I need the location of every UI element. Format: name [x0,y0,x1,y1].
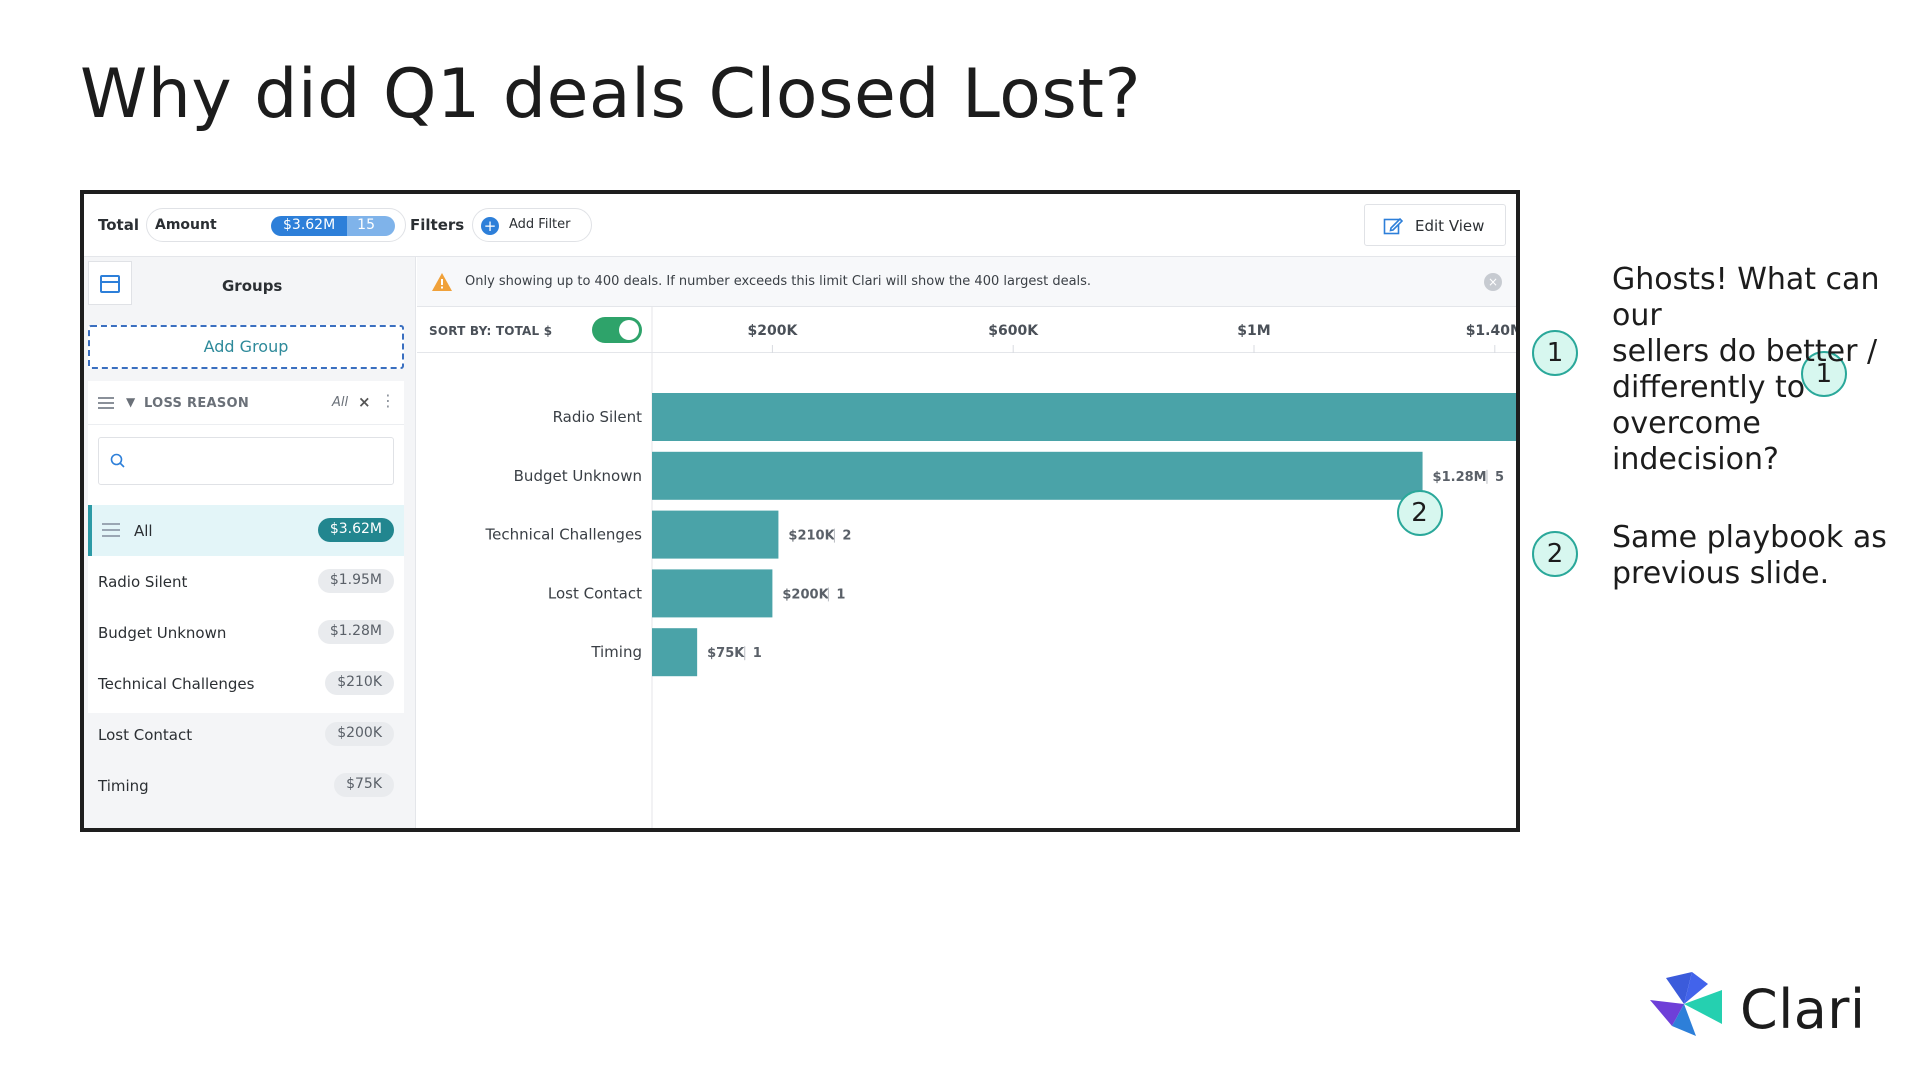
edit-view-button[interactable]: Edit View [1364,204,1506,246]
group-search-input[interactable] [98,437,394,485]
amount-selector[interactable]: Amount $3.62M 15 [146,208,406,242]
category-label: Lost Contact [548,584,642,602]
bar-value-label: $200K [782,587,829,602]
x-tick-label: $1M [1237,323,1270,339]
loss-reason-header: ▼ LOSS REASON All × ⋮ [88,381,404,425]
notice-text: Only showing up to 400 deals. If number … [465,274,1092,289]
category-label: Technical Challenges [485,526,643,544]
loss-reason-label: LOSS REASON [144,396,250,411]
note-line: Ghosts! What can our [1612,262,1880,333]
group-item-label: All [134,522,153,540]
deal-count: 15 [347,216,395,236]
add-filter-label: Add Filter [509,217,571,232]
remove-group-icon[interactable]: × [358,393,371,411]
callout-marker-2: 2 [1396,489,1443,536]
bar-value-label: $75K [707,646,745,661]
side-callout-marker-1: 1 [1532,330,1578,376]
add-group-button[interactable]: Add Group [88,325,404,369]
total-label: Total [98,216,139,234]
group-item-label: Lost Contact [98,726,193,744]
panel-toggle-icon[interactable] [88,261,132,305]
app-screenshot: Total Amount $3.62M 15 Filters + Add Fil… [80,190,1520,832]
group-item-label: Budget Unknown [98,624,227,642]
note-line: Same playbook as [1612,520,1887,555]
group-item-label: Timing [98,777,149,795]
bar [652,393,1516,441]
note-line: overcome [1612,406,1761,441]
group-item-value: $1.95M [317,569,394,593]
note-line: differently to [1612,370,1806,405]
side-callout-marker-2: 2 [1532,531,1578,577]
group-item-value: $200K [325,722,394,746]
note-line: previous slide. [1612,556,1830,591]
group-item-value: $210K [325,671,394,695]
sidebar-header: Groups [84,257,415,317]
x-tick-label: $600K [988,323,1039,339]
amount-pill: $3.62M 15 [271,216,395,236]
bar-value-label: $1.28M [1433,470,1487,485]
bar [652,628,698,677]
bar [652,569,773,618]
slide-title: Why did Q1 deals Closed Lost? [80,55,1142,134]
group-item-technical-challenges[interactable]: Technical Challenges $210K [88,658,404,709]
note-line: indecision? [1612,442,1779,477]
total-amount-value: $3.62M [271,216,348,236]
bar-count-label: 1 [753,646,762,661]
loss-reason-group: ▼ LOSS REASON All × ⋮ All $3.62M Radio S… [88,381,404,797]
warning-icon [432,273,452,291]
bar-count-label: 2 [842,529,851,544]
close-icon[interactable]: × [1484,273,1502,291]
clari-wordmark: Clari [1740,978,1866,1041]
bar-value-label: $210K [788,529,835,544]
group-item-value: $1.28M [317,620,394,644]
group-value-list: All $3.62M Radio Silent $1.95M Budget Un… [88,505,404,811]
clari-logo: Clari [1648,970,1878,1041]
group-item-radio-silent[interactable]: Radio Silent $1.95M [88,556,404,607]
deal-limit-notice: Only showing up to 400 deals. If number … [417,257,1516,307]
x-tick-label: $200K [747,323,798,339]
plus-icon: + [481,217,499,235]
groups-sidebar: Groups Add Group ▼ LOSS REASON All × ⋮ A… [84,257,416,828]
add-filter-button[interactable]: + Add Filter [472,208,592,242]
group-item-value: $3.62M [317,518,394,542]
bar-count-label: 5 [1495,470,1504,485]
caret-down-icon[interactable]: ▼ [126,395,135,409]
group-item-label: Radio Silent [98,573,188,591]
loss-reason-bar-chart: $200K$600K$1M$1.40M$1.80MRadio Silent$1.… [485,307,1516,828]
bar-count-label: 1 [836,587,845,602]
list-icon [102,523,120,539]
group-item-label: Technical Challenges [98,675,255,693]
filters-label: Filters [410,216,465,234]
group-item-budget-unknown[interactable]: Budget Unknown $1.28M [88,607,404,658]
annotation-note-1: Ghosts! What can our sellers do better /… [1612,262,1916,478]
category-label: Timing [590,643,642,661]
loss-reason-filter-value: All [332,395,349,410]
group-item-value: $75K [334,773,394,797]
clari-logo-mark [1650,972,1722,1036]
annotation-note-2: Same playbook as previous slide. [1612,520,1887,592]
top-bar: Total Amount $3.62M 15 Filters + Add Fil… [84,194,1516,257]
search-icon [110,453,125,468]
pencil-icon [1383,217,1403,235]
x-tick-label: $1.40M [1466,323,1516,339]
chart-panel: Only showing up to 400 deals. If number … [417,257,1516,828]
category-label: Budget Unknown [514,467,642,485]
bar [652,451,1423,500]
group-item-all[interactable]: All $3.62M [88,505,404,556]
group-item-timing[interactable]: Timing $75K [88,760,404,811]
more-options-icon[interactable]: ⋮ [380,391,396,410]
drag-handle-icon[interactable] [98,397,114,409]
category-label: Radio Silent [553,408,643,426]
groups-heading: Groups [222,277,283,295]
group-item-lost-contact[interactable]: Lost Contact $200K [88,709,404,760]
bar [652,510,779,559]
amount-label: Amount [155,217,217,233]
note-line: sellers do better / [1612,334,1878,369]
edit-view-label: Edit View [1415,217,1485,235]
